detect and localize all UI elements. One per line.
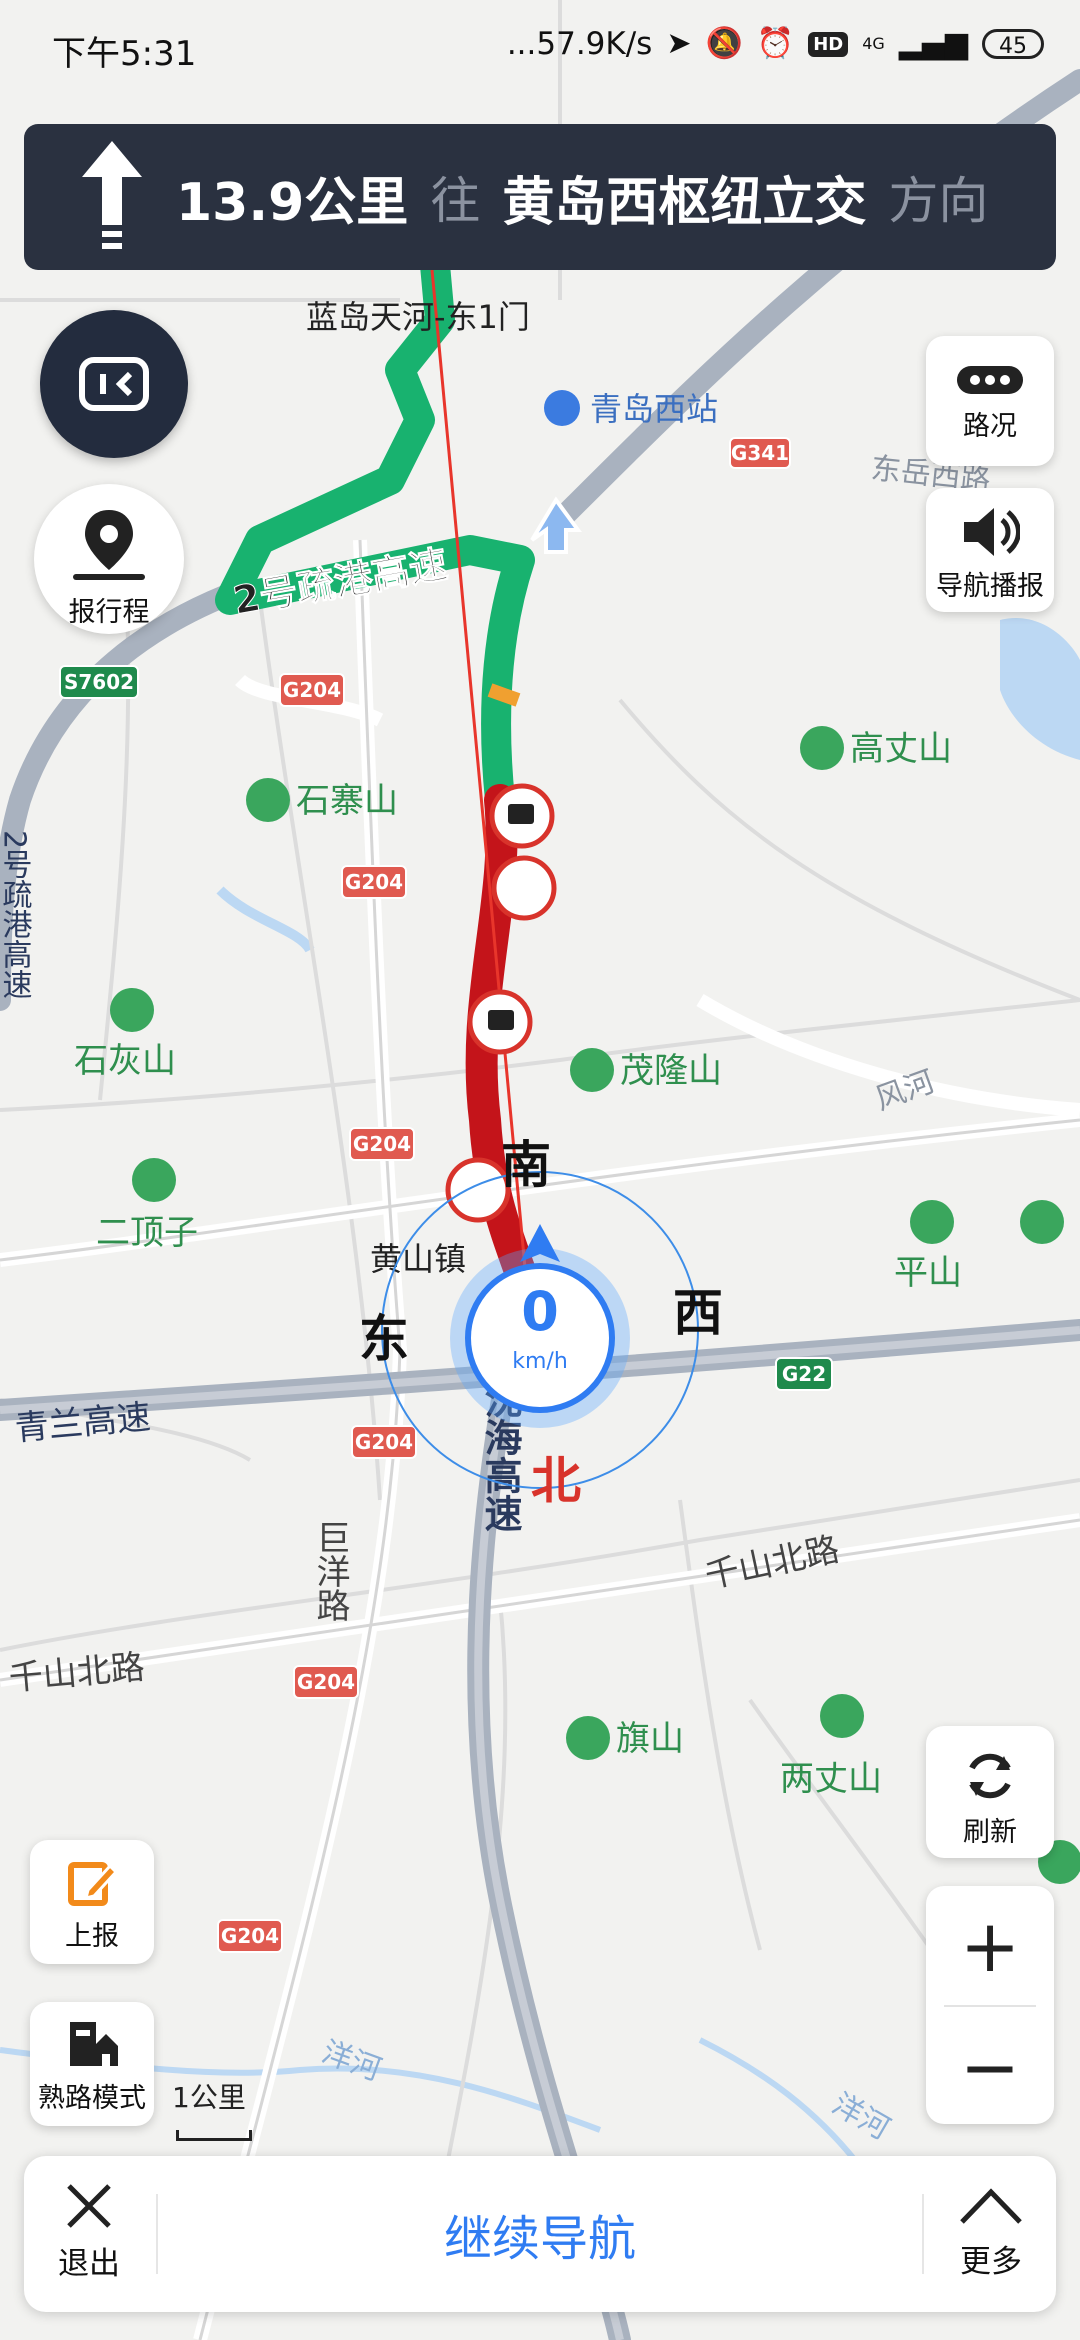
report-label: 上报 bbox=[65, 1921, 119, 1952]
familiar-road-mode-button[interactable]: 熟路模式 bbox=[30, 2002, 154, 2126]
close-icon bbox=[67, 2184, 111, 2228]
shield-g22: G22 bbox=[782, 1362, 826, 1386]
compass-south: 南 bbox=[501, 1136, 551, 1194]
label-juyang: 巨洋路 bbox=[310, 1520, 350, 1622]
poi-maolongshan: 茂隆山 bbox=[620, 1051, 722, 1091]
poi-liangzhangshan: 两丈山 bbox=[780, 1759, 882, 1799]
zoom-in-button[interactable]: + bbox=[926, 1886, 1054, 2005]
shield-g204-3: G204 bbox=[353, 1132, 411, 1156]
shield-g204-6: G204 bbox=[221, 1924, 279, 1948]
exit-button[interactable]: 退出 bbox=[24, 2156, 154, 2312]
traffic-label: 路况 bbox=[963, 411, 1017, 442]
label-lanquan: 蓝岛天河-东1门 bbox=[306, 298, 530, 336]
battery: 45 bbox=[982, 29, 1044, 59]
speed-unit: km/h bbox=[512, 1349, 568, 1374]
zoom-out-button[interactable]: − bbox=[926, 2007, 1054, 2126]
voice-broadcast-label: 导航播报 bbox=[936, 571, 1044, 602]
building-icon bbox=[70, 2022, 118, 2066]
status-icons: ...57.9K/s ➤ 🔕 ⏰ HD 4G ▂▄▆ 45 bbox=[507, 26, 1044, 62]
hd-badge: HD bbox=[808, 31, 849, 57]
speed-value: 0 bbox=[521, 1280, 559, 1343]
poi-shihuishan: 石灰山 bbox=[74, 1041, 176, 1081]
poi-erdingzi: 二顶子 bbox=[96, 1213, 198, 1253]
report-itinerary-button[interactable]: 报行程 bbox=[34, 484, 184, 634]
assistant-button[interactable] bbox=[40, 310, 188, 458]
nav-distance: 13.9公里 bbox=[176, 172, 409, 233]
label-qingdao-west: 青岛西站 bbox=[590, 390, 718, 428]
refresh-label: 刷新 bbox=[963, 1817, 1017, 1848]
robot-face-icon bbox=[79, 357, 149, 411]
signal-icon: ▂▄▆ bbox=[898, 26, 968, 61]
zoom-controls: + − bbox=[926, 1886, 1054, 2124]
more-dots-icon bbox=[957, 366, 1023, 394]
shield-s7602: S7602 bbox=[64, 670, 134, 694]
nav-to-word: 往 bbox=[430, 172, 481, 230]
compass-north: 北 bbox=[531, 1452, 581, 1510]
shield-g204-5: G204 bbox=[297, 1670, 355, 1694]
more-label: 更多 bbox=[960, 2244, 1022, 2280]
camera-icon bbox=[508, 804, 534, 824]
more-button[interactable]: 更多 bbox=[926, 2156, 1056, 2312]
bottom-action-bar: 退出 继续导航 更多 bbox=[24, 2156, 1056, 2312]
network-type: 4G bbox=[862, 34, 885, 53]
navigation-banner[interactable]: 13.9公里 往 黄岛西枢纽立交 方向 bbox=[24, 124, 1056, 270]
label-port-highway-vertical: 2号疏港高速 bbox=[0, 830, 33, 999]
compass-east: 东 bbox=[359, 1310, 409, 1368]
status-bar: 下午5:31 ...57.9K/s ➤ 🔕 ⏰ HD 4G ▂▄▆ 45 bbox=[0, 0, 1080, 96]
location-pin-icon bbox=[73, 510, 145, 580]
map-scale-bar bbox=[176, 2130, 252, 2141]
compass-west: 西 bbox=[673, 1284, 723, 1342]
alarm-icon: ⏰ bbox=[756, 26, 795, 61]
refresh-icon bbox=[969, 1753, 1011, 1799]
label-huangshan: 黄山镇 bbox=[370, 1240, 466, 1278]
net-speed: ...57.9K/s bbox=[506, 26, 653, 62]
shield-g204-2: G204 bbox=[345, 870, 403, 894]
shield-g204-1: G204 bbox=[283, 678, 341, 702]
chevron-up-icon bbox=[960, 2188, 1022, 2224]
shield-g204-4: G204 bbox=[355, 1430, 413, 1454]
traffic-button[interactable]: 路况 bbox=[926, 336, 1054, 466]
shield-g341: G341 bbox=[731, 441, 789, 465]
speaker-icon bbox=[964, 508, 1021, 556]
nav-road-name: 黄岛西枢纽立交 bbox=[502, 172, 867, 233]
poi-gaowenshan: 高丈山 bbox=[850, 729, 952, 769]
report-itinerary-label: 报行程 bbox=[68, 597, 150, 628]
poi-shizhaishan: 石寨山 bbox=[296, 781, 398, 821]
map-scale-label: 1公里 bbox=[172, 2081, 246, 2114]
voice-broadcast-button[interactable]: 导航播报 bbox=[926, 488, 1054, 612]
edit-report-icon bbox=[68, 1862, 119, 1906]
status-time: 下午5:31 bbox=[52, 34, 197, 74]
continue-navigation-button[interactable]: 继续导航 bbox=[154, 2156, 926, 2312]
camera-icon bbox=[488, 1010, 514, 1030]
divider bbox=[922, 2194, 924, 2274]
report-button[interactable]: 上报 bbox=[30, 1840, 154, 1964]
exit-label: 退出 bbox=[58, 2246, 120, 2282]
familiar-road-mode-label: 熟路模式 bbox=[38, 2083, 146, 2114]
bell-muted-icon: 🔕 bbox=[705, 26, 743, 61]
poi-pingshan: 平山 bbox=[894, 1253, 962, 1293]
location-arrow-icon: ➤ bbox=[666, 26, 692, 61]
nav-direction-word: 方向 bbox=[888, 172, 989, 230]
straight-arrow-icon bbox=[82, 141, 142, 249]
poi-qishan: 旗山 bbox=[616, 1719, 684, 1759]
refresh-button[interactable]: 刷新 bbox=[926, 1726, 1054, 1858]
